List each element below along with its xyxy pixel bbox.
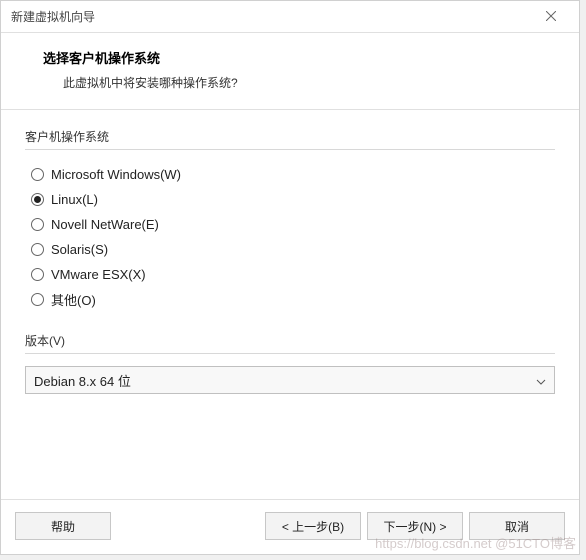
titlebar: 新建虚拟机向导 (1, 1, 579, 33)
os-group-label: 客户机操作系统 (25, 128, 555, 145)
help-button[interactable]: 帮助 (15, 512, 111, 540)
radio-icon (31, 293, 44, 306)
chevron-down-icon (536, 373, 546, 388)
window-title: 新建虚拟机向导 (11, 8, 95, 25)
radio-label: Novell NetWare(E) (51, 217, 159, 232)
wizard-header: 选择客户机操作系统 此虚拟机中将安装哪种操作系统? (1, 33, 579, 110)
radio-vmware-esx[interactable]: VMware ESX(X) (31, 262, 555, 287)
radio-solaris[interactable]: Solaris(S) (31, 237, 555, 262)
radio-linux[interactable]: Linux(L) (31, 187, 555, 212)
page-subtitle: 此虚拟机中将安装哪种操作系统? (43, 74, 551, 91)
back-button[interactable]: < 上一步(B) (265, 512, 361, 540)
next-button[interactable]: 下一步(N) > (367, 512, 463, 540)
version-group: 版本(V) Debian 8.x 64 位 (25, 332, 555, 394)
divider (25, 353, 555, 354)
close-icon (546, 9, 556, 24)
radio-icon (31, 243, 44, 256)
radio-label: VMware ESX(X) (51, 267, 146, 282)
radio-label: Solaris(S) (51, 242, 108, 257)
wizard-content: 客户机操作系统 Microsoft Windows(W) Linux(L) No… (1, 110, 579, 499)
radio-icon (31, 268, 44, 281)
radio-label: 其他(O) (51, 290, 96, 309)
radio-icon (31, 218, 44, 231)
radio-windows[interactable]: Microsoft Windows(W) (31, 162, 555, 187)
wizard-footer: 帮助 < 上一步(B) 下一步(N) > 取消 (1, 499, 579, 554)
radio-label: Microsoft Windows(W) (51, 167, 181, 182)
divider (25, 149, 555, 150)
page-title: 选择客户机操作系统 (43, 48, 551, 67)
os-group: 客户机操作系统 Microsoft Windows(W) Linux(L) No… (25, 128, 555, 312)
os-radio-list: Microsoft Windows(W) Linux(L) Novell Net… (25, 162, 555, 312)
cancel-button[interactable]: 取消 (469, 512, 565, 540)
dropdown-selected: Debian 8.x 64 位 (34, 371, 131, 390)
radio-novell[interactable]: Novell NetWare(E) (31, 212, 555, 237)
radio-icon (31, 168, 44, 181)
version-dropdown[interactable]: Debian 8.x 64 位 (25, 366, 555, 394)
version-label: 版本(V) (25, 332, 555, 349)
radio-other[interactable]: 其他(O) (31, 287, 555, 312)
radio-icon (31, 193, 44, 206)
new-vm-wizard-dialog: 新建虚拟机向导 选择客户机操作系统 此虚拟机中将安装哪种操作系统? 客户机操作系… (0, 0, 580, 555)
radio-label: Linux(L) (51, 192, 98, 207)
close-button[interactable] (531, 3, 571, 31)
